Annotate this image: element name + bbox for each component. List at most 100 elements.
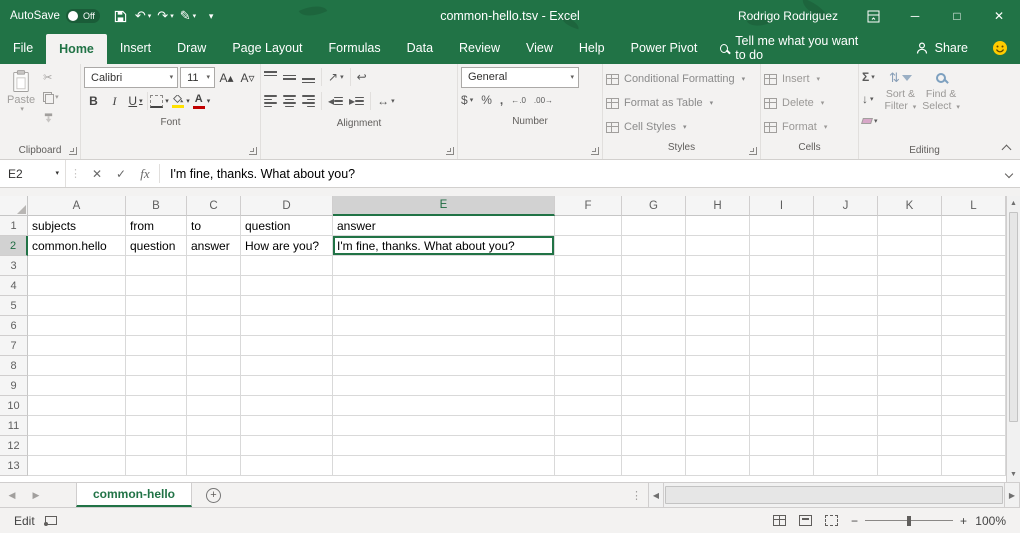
ribbon-display-options-button[interactable]	[852, 0, 894, 32]
cell-F5[interactable]	[555, 296, 622, 316]
cell-D4[interactable]	[241, 276, 333, 296]
cell-J5[interactable]	[814, 296, 878, 316]
cell-L5[interactable]	[942, 296, 1006, 316]
column-header-G[interactable]: G	[622, 196, 686, 216]
fill-color-button[interactable]: ▾	[171, 91, 190, 111]
cell-H4[interactable]	[686, 276, 750, 296]
copy-button[interactable]: ▾	[43, 89, 59, 106]
cell-G7[interactable]	[622, 336, 686, 356]
cell-F1[interactable]	[555, 216, 622, 236]
bold-button[interactable]: B	[84, 91, 103, 111]
bottom-align-icon[interactable]	[302, 71, 315, 83]
cell-A12[interactable]	[28, 436, 126, 456]
cell-A13[interactable]	[28, 456, 126, 476]
cell-C7[interactable]	[187, 336, 241, 356]
cell-D7[interactable]	[241, 336, 333, 356]
column-header-K[interactable]: K	[878, 196, 942, 216]
horizontal-scrollbar[interactable]: ◀ ▶	[648, 483, 1020, 507]
number-format-select[interactable]: General▾	[461, 67, 579, 88]
cell-G11[interactable]	[622, 416, 686, 436]
cell-H6[interactable]	[686, 316, 750, 336]
scroll-down-button[interactable]: ▼	[1007, 467, 1020, 482]
tab-page-layout[interactable]: Page Layout	[219, 32, 315, 64]
conditional-formatting-button[interactable]: Conditional Formatting ▾	[606, 67, 757, 91]
merge-center-button[interactable]: ↔▾	[377, 94, 395, 108]
cell-C12[interactable]	[187, 436, 241, 456]
cell-G12[interactable]	[622, 436, 686, 456]
cell-I5[interactable]	[750, 296, 814, 316]
cell-C8[interactable]	[187, 356, 241, 376]
feedback-button[interactable]	[980, 32, 1020, 64]
orientation-button[interactable]: ↗▾	[328, 70, 344, 84]
cell-H8[interactable]	[686, 356, 750, 376]
cell-I8[interactable]	[750, 356, 814, 376]
cell-J3[interactable]	[814, 256, 878, 276]
tab-draw[interactable]: Draw	[164, 32, 219, 64]
cell-B10[interactable]	[126, 396, 187, 416]
column-header-I[interactable]: I	[750, 196, 814, 216]
vertical-scrollbar[interactable]: ▲ ▼	[1006, 196, 1020, 482]
cell-K9[interactable]	[878, 376, 942, 396]
tab-power-pivot[interactable]: Power Pivot	[618, 32, 711, 64]
accounting-format-button[interactable]: $▾	[461, 93, 473, 107]
underline-button[interactable]: U▾	[126, 91, 145, 111]
cell-D13[interactable]	[241, 456, 333, 476]
macro-record-icon[interactable]	[45, 516, 57, 525]
row-header-6[interactable]: 6	[0, 316, 28, 336]
cell-C5[interactable]	[187, 296, 241, 316]
new-sheet-button[interactable]: +	[206, 488, 221, 503]
tab-file[interactable]: File	[0, 32, 46, 64]
cell-H13[interactable]	[686, 456, 750, 476]
tab-view[interactable]: View	[513, 32, 566, 64]
cell-E7[interactable]	[333, 336, 555, 356]
cell-G9[interactable]	[622, 376, 686, 396]
cell-G1[interactable]	[622, 216, 686, 236]
normal-view-button[interactable]	[773, 515, 786, 526]
row-header-13[interactable]: 13	[0, 456, 28, 476]
cell-K10[interactable]	[878, 396, 942, 416]
increase-font-size-button[interactable]: A▴	[217, 68, 236, 88]
cell-H12[interactable]	[686, 436, 750, 456]
maximize-button[interactable]: □	[936, 0, 978, 32]
cell-L9[interactable]	[942, 376, 1006, 396]
cell-L7[interactable]	[942, 336, 1006, 356]
cell-C11[interactable]	[187, 416, 241, 436]
cell-K12[interactable]	[878, 436, 942, 456]
cancel-entry-button[interactable]: ✕	[85, 160, 109, 187]
cell-C10[interactable]	[187, 396, 241, 416]
cell-H9[interactable]	[686, 376, 750, 396]
top-align-icon[interactable]	[264, 71, 277, 83]
row-header-1[interactable]: 1	[0, 216, 28, 236]
cell-D11[interactable]	[241, 416, 333, 436]
find-select-button[interactable]: Find & Select ▾	[919, 67, 963, 113]
tell-me-box[interactable]: Tell me what you want to do	[710, 32, 876, 64]
row-header-7[interactable]: 7	[0, 336, 28, 356]
cell-K11[interactable]	[878, 416, 942, 436]
cell-L6[interactable]	[942, 316, 1006, 336]
sort-filter-button[interactable]: ⇅ Sort & Filter ▾	[882, 67, 920, 113]
cell-L1[interactable]	[942, 216, 1006, 236]
formula-bar-handle[interactable]: ⋮	[66, 160, 85, 187]
cell-J11[interactable]	[814, 416, 878, 436]
delete-cells-button[interactable]: Delete▾	[764, 91, 855, 115]
cell-A11[interactable]	[28, 416, 126, 436]
cell-L2[interactable]	[942, 236, 1006, 256]
zoom-percentage[interactable]: 100%	[974, 514, 1006, 528]
scroll-left-button[interactable]: ◀	[648, 483, 664, 507]
row-header-12[interactable]: 12	[0, 436, 28, 456]
cell-I13[interactable]	[750, 456, 814, 476]
tab-insert[interactable]: Insert	[107, 32, 164, 64]
cell-J13[interactable]	[814, 456, 878, 476]
cell-J8[interactable]	[814, 356, 878, 376]
tab-formulas[interactable]: Formulas	[316, 32, 394, 64]
row-header-5[interactable]: 5	[0, 296, 28, 316]
cell-E12[interactable]	[333, 436, 555, 456]
row-header-2[interactable]: 2	[0, 236, 28, 256]
cell-I2[interactable]	[750, 236, 814, 256]
scroll-right-button[interactable]: ▶	[1004, 483, 1020, 507]
cell-D5[interactable]	[241, 296, 333, 316]
autosave-switch[interactable]: Off	[66, 9, 100, 23]
inking-mode-button[interactable]: ✎▾	[177, 2, 199, 30]
cell-I6[interactable]	[750, 316, 814, 336]
vertical-scroll-track[interactable]	[1007, 423, 1020, 467]
